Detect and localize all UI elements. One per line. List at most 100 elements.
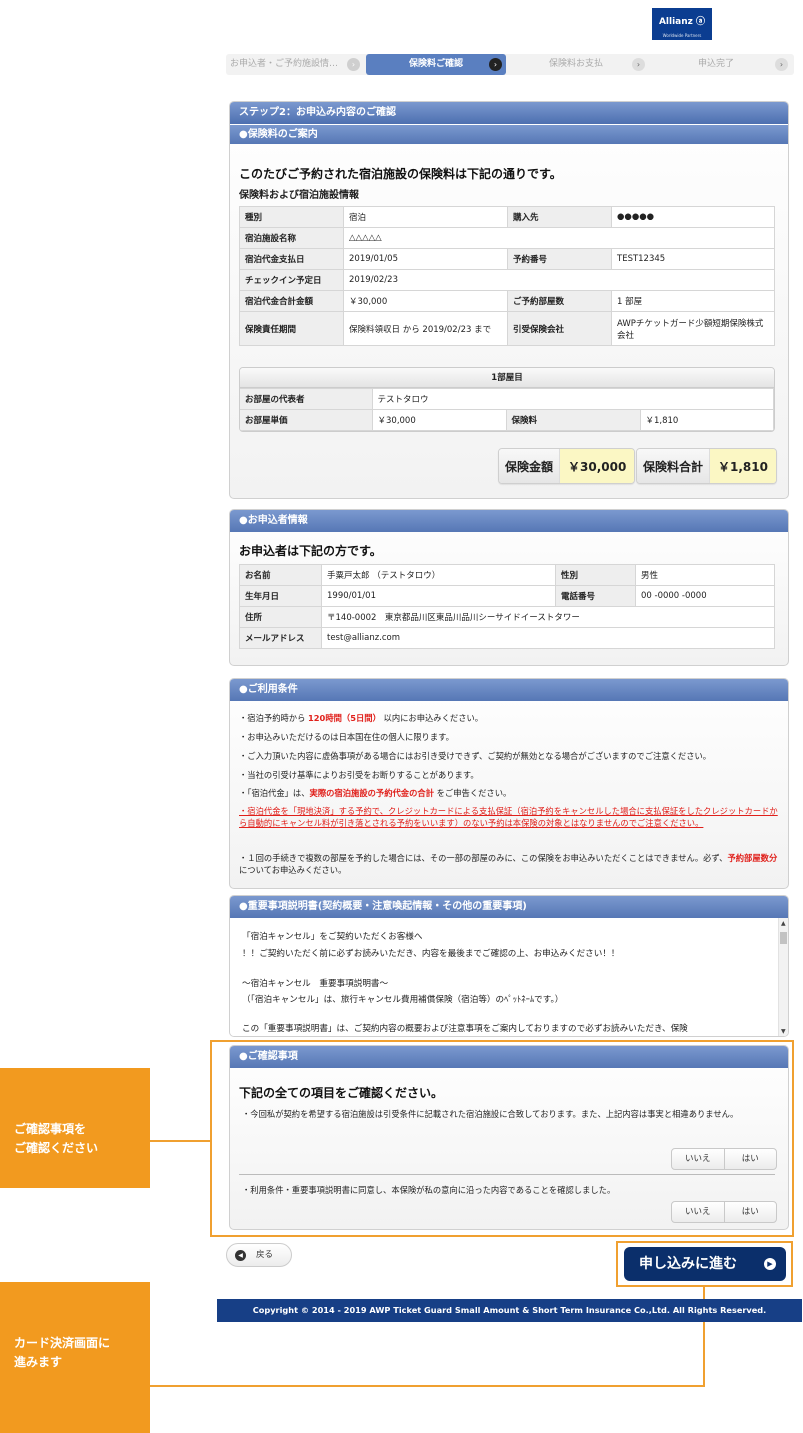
label-coverage-period: 保険責任期間	[239, 311, 344, 346]
premium-total-box: 保険料合計 ￥1,810	[636, 448, 777, 484]
table-row: 生年月日 1990/01/01 電話番号 00 -0000 -0000	[239, 585, 775, 607]
label-phone: 電話番号	[555, 585, 636, 607]
applicant-lead: お申込者は下記の方です。	[239, 544, 382, 558]
term-7: ・１回の手続きで複数の部屋を予約した場合には、その一部の部屋のみに、この保険をお…	[239, 853, 778, 875]
label-address: 住所	[239, 606, 322, 628]
premium-header: ●保険料のご案内	[230, 124, 788, 144]
step-1: お申込者・ご予約施設情…	[229, 59, 338, 69]
step-2-current: 保険料ご確認	[366, 54, 506, 75]
value-facility: △△△△△	[343, 227, 775, 249]
back-label: 戻る	[256, 1250, 274, 1260]
step-arrow-icon: ›	[347, 58, 360, 71]
value-checkin: 2019/02/23	[343, 269, 775, 291]
important-line: この「重要事項説明書」は、ご契約内容の概要および注意事項をご案内しておりますので…	[242, 1024, 688, 1034]
insured-amount-box: 保険金額 ￥30,000	[498, 448, 636, 484]
table-row: お名前 手粟戸太郎 （テストタロウ） 性別 男性	[239, 564, 775, 586]
page-title: ステップ2：お申込み内容のご確認	[230, 102, 788, 124]
premium-panel: ステップ2：お申込み内容のご確認 ●保険料のご案内 このたびご予約された宿泊施設…	[229, 101, 789, 499]
important-matters-panel: ●重要事項説明書(契約概要・注意喚起情報・その他の重要事項) 「宿泊キャンセル」…	[229, 895, 789, 1037]
value-birthdate: 1990/01/01	[321, 585, 556, 607]
term-highlight: 予約部屋数分	[727, 853, 778, 863]
value-email: test@allianz.com	[321, 627, 775, 649]
label-reservation-no: 予約番号	[507, 248, 612, 270]
confirm-callout: ご確認事項を ご確認ください	[0, 1068, 150, 1188]
back-arrow-icon: ◀	[235, 1250, 246, 1261]
premium-info-table: 種別 宿泊 購入先 ●●●●● 宿泊施設名称 △△△△△ 宿泊代金支払日 2019/01/…	[239, 206, 775, 346]
allianz-logo: Allianz ⓐ Worldwide Partners	[652, 8, 712, 40]
scrollbar-thumb[interactable]	[780, 932, 787, 944]
value-name: 手粟戸太郎 （テストタロウ）	[321, 564, 556, 586]
table-row: 住所 〒140-0002 東京都品川区東品川品川シーサイドイーストタワー	[239, 606, 775, 628]
table-row: チェックイン予定日 2019/02/23	[239, 269, 775, 291]
label-room-price: お部屋単価	[240, 409, 373, 431]
proceed-callout: カード決済画面に 進みます	[0, 1282, 150, 1433]
label-facility: 宿泊施設名称	[239, 227, 344, 249]
scroll-down-icon[interactable]: ▼	[781, 1028, 786, 1035]
term-1: ・宿泊予約時から 120時間（5日間） 以内にお申込みください。	[239, 713, 484, 723]
important-line: ！！ご契約いただく前に必ずお読みいただき、内容を最後までご確認の上、お申込みくだ…	[242, 949, 620, 959]
room-title: 1部屋目	[240, 368, 774, 388]
proceed-button[interactable]: 申し込みに進む ▶	[624, 1247, 786, 1281]
scroll-up-icon[interactable]: ▲	[781, 920, 786, 927]
table-row: 宿泊施設名称 △△△△△	[239, 227, 775, 249]
proceed-arrow-icon: ▶	[764, 1258, 776, 1270]
term-2: ・お申込みいただけるのは日本国在住の個人に限ります。	[239, 732, 454, 742]
label-room-count: ご予約部屋数	[507, 290, 612, 312]
value-coverage-period: 保険料領収日 から 2019/02/23 まで	[343, 311, 508, 346]
proceed-label: 申し込みに進む	[639, 1256, 737, 1272]
term-6-warning: ・宿泊代金を「現地決済」する予約で、クレジットカードによる支払保証（宿泊予約をキ…	[239, 806, 778, 828]
term-highlight: 120時間（5日間）	[308, 713, 381, 723]
table-row: メールアドレス test@allianz.com	[239, 627, 775, 649]
important-line: 「宿泊キャンセル」をご契約いただくお客様へ	[242, 932, 423, 942]
term-4: ・当社の引受け基準によりお引受をお断りすることがあります。	[239, 770, 479, 780]
insured-amount-label: 保険金額	[499, 449, 560, 483]
table-row: 宿泊代金合計金額 ￥30,000 ご予約部屋数 1 部屋	[239, 290, 775, 312]
term-highlight: 実際の宿泊施設の予約代金の合計	[309, 788, 434, 798]
step-arrow-icon: ›	[632, 58, 645, 71]
premium-total-label: 保険料合計	[637, 449, 710, 483]
term-3: ・ご入力頂いた内容に虚偽事項がある場合にはお引き受けできず、ご契約が無効となる場…	[239, 751, 712, 761]
important-text-scrollbox[interactable]: 「宿泊キャンセル」をご契約いただくお客様へ ！！ご契約いただく前に必ずお読みいた…	[230, 918, 788, 1036]
copyright-footer: Copyright © 2014 - 2019 AWP Ticket Guard…	[217, 1299, 802, 1322]
value-type: 宿泊	[343, 206, 508, 228]
value-total-amount: ￥30,000	[343, 290, 508, 312]
premium-total-value: ￥1,810	[709, 449, 776, 483]
logo-name: Allianz	[658, 17, 693, 27]
label-name: お名前	[239, 564, 322, 586]
value-room-fee: ￥1,810	[639, 409, 774, 431]
label-vendor: 購入先	[507, 206, 612, 228]
label-room-fee: 保険料	[505, 409, 641, 431]
terms-header: ●ご利用条件	[230, 679, 788, 701]
value-vendor: ●●●●●	[611, 206, 775, 228]
table-row: お部屋単価 ￥30,000 保険料 ￥1,810	[240, 409, 774, 431]
important-header: ●重要事項説明書(契約概要・注意喚起情報・その他の重要事項)	[230, 896, 788, 918]
confirm-highlight-frame	[210, 1040, 794, 1237]
applicant-header: ●お申込者情報	[230, 510, 788, 532]
step-3: 保険料お支払	[548, 59, 603, 69]
value-insurer: AWPチケットガード少額短期保険株式会社	[611, 311, 775, 346]
label-total-amount: 宿泊代金合計金額	[239, 290, 344, 312]
value-address: 〒140-0002 東京都品川区東品川品川シーサイドイーストタワー	[321, 606, 775, 628]
callout-line	[150, 1385, 705, 1387]
table-row: 種別 宿泊 購入先 ●●●●●	[239, 206, 775, 228]
table-row: 宿泊代金支払日 2019/01/05 予約番号 TEST12345	[239, 248, 775, 270]
important-line: （「宿泊キャンセル」は、旅行キャンセル費用補償保険（宿泊等）のﾍﾟｯﾄﾈｰﾑです…	[242, 995, 564, 1005]
label-birthdate: 生年月日	[239, 585, 322, 607]
value-room-rep: テストタロウ	[371, 388, 774, 410]
applicant-panel: ●お申込者情報 お申込者は下記の方です。 お名前 手粟戸太郎 （テストタロウ） 性別…	[229, 509, 789, 666]
applicant-table: お名前 手粟戸太郎 （テストタロウ） 性別 男性 生年月日 1990/01/01 電話番号…	[239, 564, 775, 649]
value-room-count: 1 部屋	[611, 290, 775, 312]
callout-line	[150, 1140, 212, 1142]
scrollbar[interactable]: ▲ ▼	[778, 918, 788, 1036]
step-progress: お申込者・ご予約施設情… › 保険料ご確認 › 保険料お支払 › 申込完了 ›	[226, 54, 794, 75]
back-button[interactable]: ◀ 戻る	[226, 1243, 292, 1267]
table-row: お部屋の代表者 テストタロウ	[240, 388, 774, 410]
label-insurer: 引受保険会社	[507, 311, 612, 346]
value-gender: 男性	[635, 564, 775, 586]
table-row: 保険責任期間 保険料領収日 から 2019/02/23 まで 引受保険会社 AWPチケ…	[239, 311, 775, 346]
insured-amount-value: ￥30,000	[559, 449, 635, 483]
value-room-price: ￥30,000	[371, 409, 507, 431]
logo-eagle-icon: ⓐ	[696, 17, 706, 27]
step-arrow-icon: ›	[489, 58, 502, 71]
term-5: ・「宿泊代金」は、実際の宿泊施設の予約代金の合計 をご申告ください。	[239, 788, 512, 798]
